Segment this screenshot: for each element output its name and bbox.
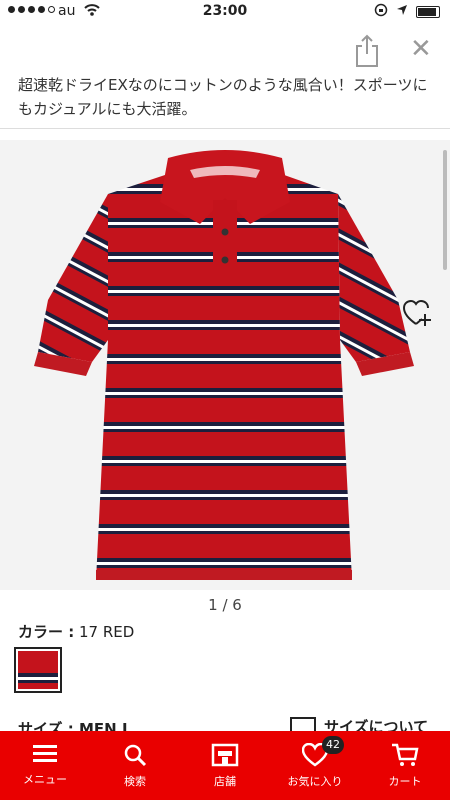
nav-search[interactable]: 検索 [90, 731, 180, 800]
location-icon [396, 4, 408, 20]
nav-store-label: 店舗 [214, 775, 236, 788]
menu-icon [33, 745, 57, 762]
divider [0, 128, 450, 129]
close-icon[interactable]: ✕ [410, 34, 432, 64]
product-image [34, 150, 414, 580]
orientation-lock-icon [374, 3, 388, 21]
top-toolbar: ✕ [0, 24, 450, 74]
nav-favorites[interactable]: 42 お気に入り [270, 731, 360, 800]
scrollbar[interactable] [443, 150, 447, 270]
color-value: 17 RED [79, 623, 135, 641]
image-pager: 1 / 6 [208, 596, 242, 614]
product-image-carousel[interactable] [0, 140, 450, 590]
nav-menu[interactable]: メニュー [0, 731, 90, 800]
store-icon [211, 743, 239, 767]
color-label-row: カラー : 17 RED [18, 621, 134, 642]
nav-store[interactable]: 店舗 [180, 731, 270, 800]
color-label: カラー : [18, 623, 75, 641]
cart-icon [392, 743, 419, 766]
swatch-stripe-pattern [18, 651, 58, 689]
nav-menu-label: メニュー [23, 773, 67, 786]
nav-cart[interactable]: カート [360, 731, 450, 800]
share-icon[interactable] [352, 32, 382, 68]
add-favorite-icon[interactable] [402, 298, 432, 328]
battery-icon [416, 6, 440, 18]
search-icon [124, 744, 147, 767]
favorites-count-badge: 42 [322, 736, 344, 754]
bottom-nav: メニュー 検索 店舗 42 お気に入り カート [0, 731, 450, 800]
product-description: 超速乾ドライEXなのにコットンのような風合い！スポーツにもカジュアルにも大活躍。 [18, 76, 428, 118]
nav-favorites-label: お気に入り [287, 775, 343, 788]
status-bar: au 23:00 [0, 0, 450, 24]
nav-search-label: 検索 [124, 775, 146, 788]
nav-cart-label: カート [388, 775, 422, 788]
color-swatch-red[interactable] [14, 647, 62, 693]
